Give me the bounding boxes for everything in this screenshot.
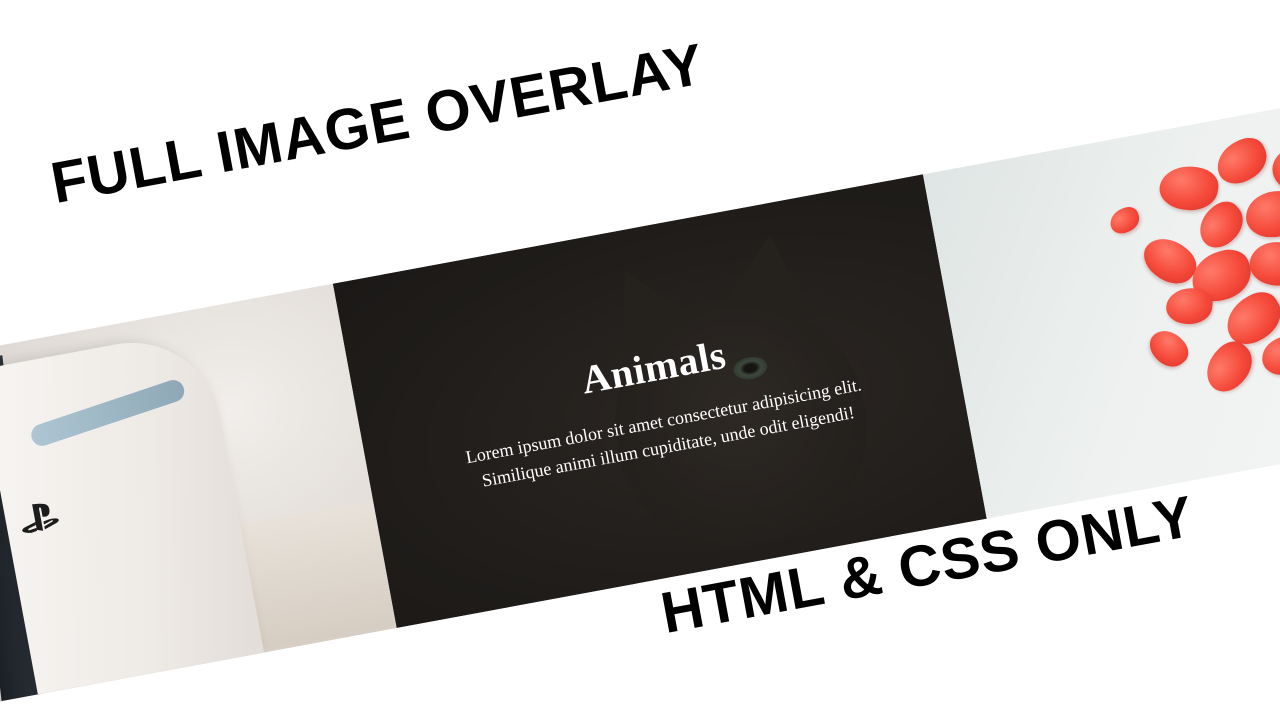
thumbnail-stage: Animals Lorem ipsum dolor sit amet conse… [0,0,1280,720]
rose-petals-photo [922,101,1280,519]
rose-petal [1245,235,1280,292]
rose-petal [1143,322,1194,375]
ps5-console-photo [0,283,397,705]
overlay-title: Animals [577,331,730,403]
rose-petal [1196,334,1262,400]
headline-full-image-overlay: FULL IMAGE OVERLAY [45,31,710,217]
rose-petal [1106,203,1143,237]
rose-petal [1260,334,1280,377]
rose-petal [1245,190,1280,238]
rose-petal [1165,286,1214,326]
rose-petal [1209,131,1274,191]
ps5-accent-light [28,377,188,449]
